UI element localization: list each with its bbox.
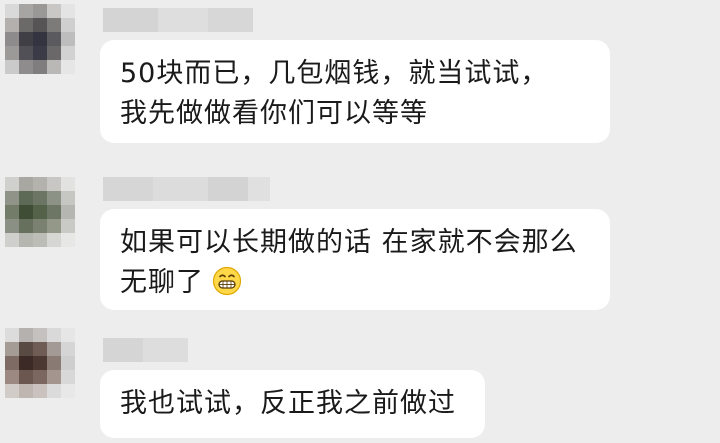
message-bubble[interactable]: 我也试试，反正我之前做过	[100, 370, 485, 438]
sender-name-blurred	[103, 338, 188, 362]
message-text-line: 无聊了	[120, 267, 204, 298]
message-2: 如果可以长期做的话 在家就不会那么 无聊了	[0, 165, 720, 315]
message-text-line-with-emoji: 无聊了	[120, 263, 590, 303]
grinning-face-emoji-icon	[212, 266, 242, 296]
message-3: 我也试试，反正我之前做过	[0, 320, 720, 443]
message-bubble[interactable]: 如果可以长期做的话 在家就不会那么 无聊了	[100, 209, 610, 310]
message-bubble[interactable]: 50块而已，几包烟钱，就当试试， 我先做做看你们可以等等	[100, 40, 610, 143]
message-1: 50块而已，几包烟钱，就当试试， 我先做做看你们可以等等	[0, 0, 720, 150]
sender-name-blurred	[103, 177, 270, 201]
sender-name-blurred	[103, 8, 253, 32]
message-text-line: 我也试试，反正我之前做过	[120, 388, 456, 419]
avatar[interactable]	[5, 177, 75, 247]
chat-window: 50块而已，几包烟钱，就当试试， 我先做做看你们可以等等 如果可以长期做的话 在…	[0, 0, 720, 443]
avatar[interactable]	[5, 4, 75, 74]
message-text-line: 如果可以长期做的话 在家就不会那么	[120, 227, 578, 258]
message-text-line: 50块而已，几包烟钱，就当试试，	[120, 58, 549, 89]
avatar[interactable]	[5, 328, 75, 398]
message-text-line: 我先做做看你们可以等等	[120, 98, 428, 129]
